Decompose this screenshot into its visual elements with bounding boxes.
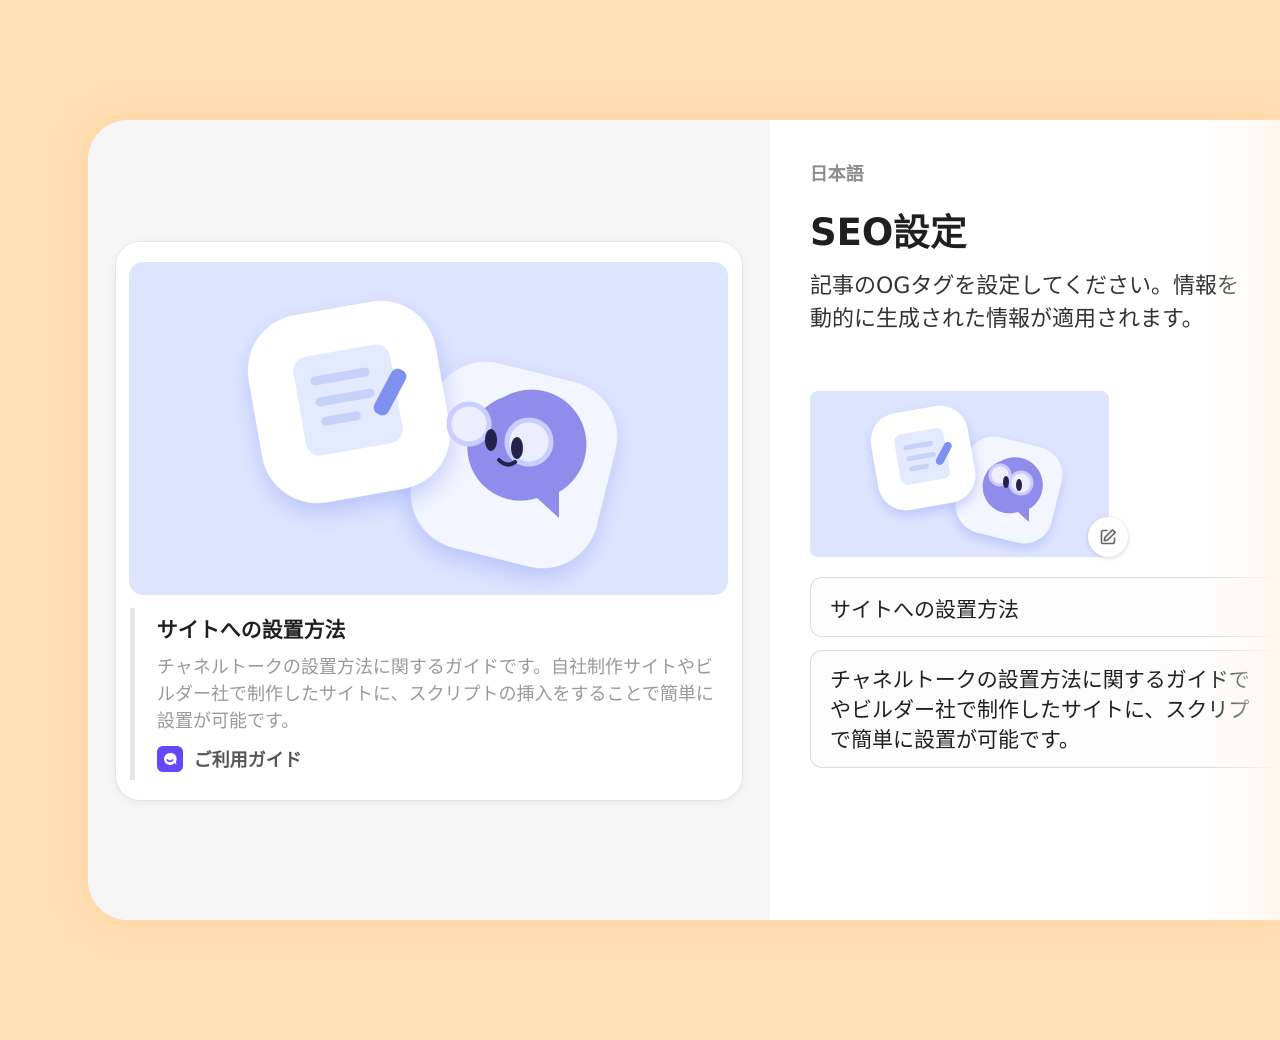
link-preview-card[interactable]: サイトへの設置方法 チャネルトークの設置方法に関するガイドです。自社制作サイトや… xyxy=(116,242,742,800)
og-description-line: チャネルトークの設置方法に関するガイドで xyxy=(830,668,1250,692)
og-description-line: やビルダー社で制作したサイトに、スクリプ xyxy=(830,698,1250,722)
seo-description: 記事のOGタグを設定してください。情報を 動的に生成された情報が適用されます。 xyxy=(810,270,1280,336)
preview-card-description: チャネルトークの設置方法に関するガイドです。自社制作サイトやビルダー社で制作した… xyxy=(157,657,714,732)
og-description-line: で簡単に設置が可能です。 xyxy=(830,728,1080,752)
preview-card-image xyxy=(129,262,728,595)
document-mascot-illustration xyxy=(870,405,1063,544)
language-label: 日本語 xyxy=(810,164,864,185)
seo-description-line: 動的に生成された情報が適用されます。 xyxy=(810,307,1204,332)
preview-card-title: サイトへの設置方法 xyxy=(157,618,346,642)
preview-card-source[interactable]: ご利用ガイド xyxy=(157,746,302,772)
app-window: サイトへの設置方法 チャネルトークの設置方法に関するガイドです。自社制作サイトや… xyxy=(88,120,1280,920)
seo-description-line: 記事のOGタグを設定してください。情報を xyxy=(810,274,1240,299)
edit-og-image-button[interactable] xyxy=(1088,517,1128,557)
seo-settings-pane: 日本語 SEO設定 記事のOGタグを設定してください。情報を 動的に生成された情… xyxy=(770,120,1280,920)
preview-card-source-label: ご利用ガイド xyxy=(194,750,302,771)
og-title-input[interactable]: サイトへの設置方法 xyxy=(810,577,1280,637)
document-mascot-illustration xyxy=(247,300,618,569)
og-description-textarea[interactable]: チャネルトークの設置方法に関するガイドで やビルダー社で制作したサイトに、スクリ… xyxy=(810,650,1280,768)
channel-talk-logo-icon xyxy=(157,746,183,772)
preview-pane: サイトへの設置方法 チャネルトークの設置方法に関するガイドです。自社制作サイトや… xyxy=(88,120,770,920)
page-title: SEO設定 xyxy=(810,211,968,254)
outer-frame: サイトへの設置方法 チャネルトークの設置方法に関するガイドです。自社制作サイトや… xyxy=(0,0,1280,1040)
og-image-thumbnail[interactable] xyxy=(810,391,1109,557)
edit-pencil-icon xyxy=(1100,529,1116,545)
preview-card-body: サイトへの設置方法 チャネルトークの設置方法に関するガイドです。自社制作サイトや… xyxy=(130,608,725,780)
